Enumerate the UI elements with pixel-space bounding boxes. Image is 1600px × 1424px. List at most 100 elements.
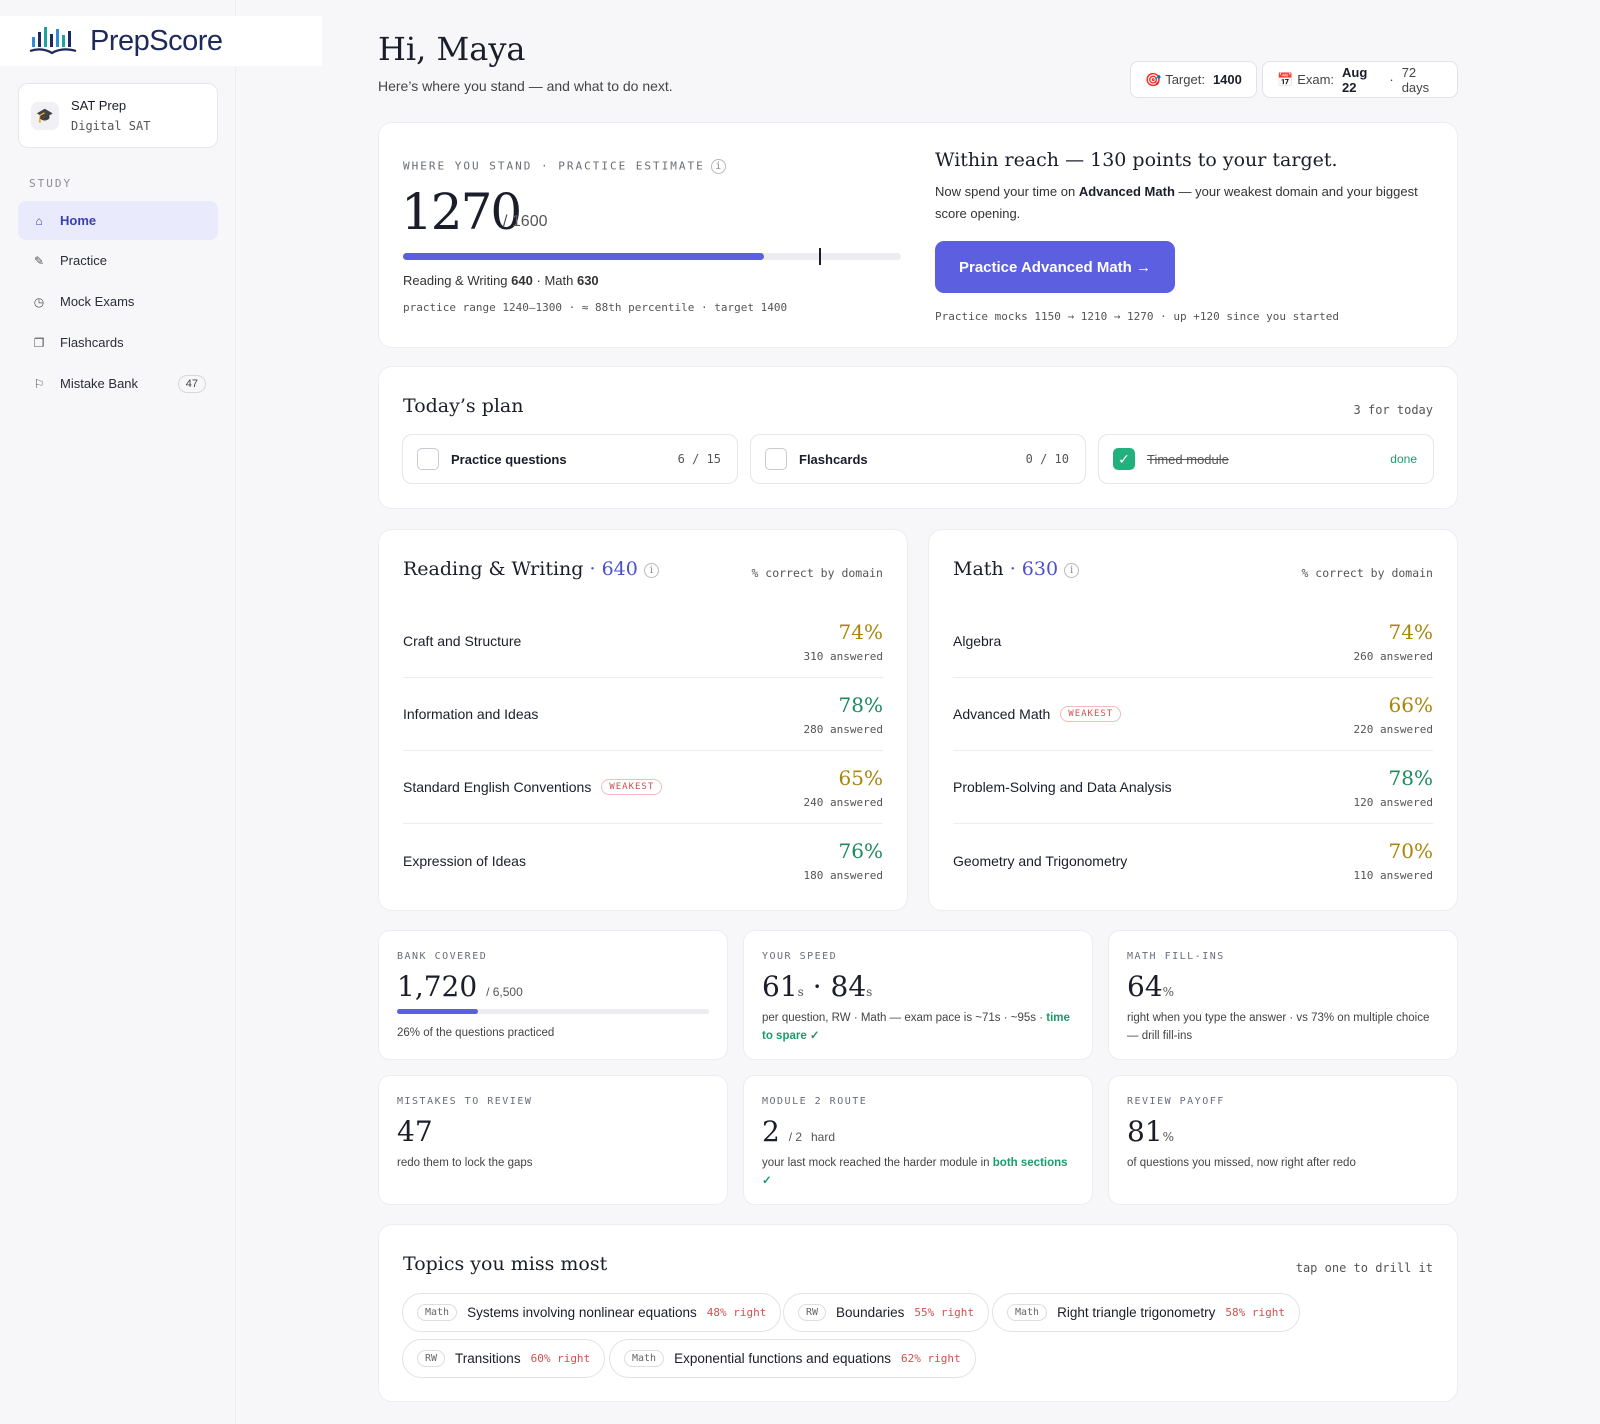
topic-chip[interactable]: Math Systems involving nonlinear equatio… [402,1293,782,1332]
domain-row[interactable]: Advanced Math WEAKEST 66% 220 answered [953,678,1433,751]
topic-rate: 62% right [901,1352,961,1365]
domain-percent: 74% [1388,619,1433,644]
domain-answered: 260 answered [1353,649,1433,663]
task-checkbox[interactable] [765,448,787,470]
domain-row[interactable]: Craft and Structure 74% 310 answered [403,605,883,678]
exam-date: Aug 22 [1342,64,1368,95]
math-fill-ins-tile: MATH FILL-INS 64% right when you type th… [1108,930,1458,1060]
domain-row[interactable]: Geometry and Trigonometry 70% 110 answer… [953,824,1433,897]
topic-tag: Math [417,1304,458,1321]
weakest-badge: WEAKEST [601,779,663,795]
score-progress-fill [403,253,765,260]
brand-logo[interactable]: PrepScore [0,16,322,66]
topic-name: Boundaries [836,1305,905,1320]
topic-chip[interactable]: Math Exponential functions and equations… [609,1339,976,1378]
cards-icon: ❐ [33,335,45,350]
math-title: Math · 630 i [953,558,1080,580]
review-payoff-tile: REVIEW PAYOFF 81% of questions you misse… [1108,1075,1458,1205]
plan-count: 3 for today [1353,403,1433,417]
task-label: Flashcards [799,451,868,467]
mistakes-tile[interactable]: MISTAKES TO REVIEW 47 redo them to lock … [378,1075,728,1205]
math-card: Math · 630 i % correct by domain Algebra … [928,529,1458,911]
task-progress: done [1390,452,1417,466]
plan-title: Today’s plan [403,395,524,417]
task-flashcards[interactable]: Flashcards 0 / 10 [750,434,1086,484]
domain-name: Geometry and Trigonometry [953,852,1128,869]
sidebar-item-home[interactable]: ⌂ Home [18,201,218,240]
sidebar-item-practice[interactable]: ✎ Practice [18,241,218,280]
tile-description: of questions you missed, now right after… [1127,1157,1356,1169]
domain-row[interactable]: Algebra 74% 260 answered [953,605,1433,678]
tile-value: 1,720 / 6,500 [397,970,523,1003]
topic-name: Exponential functions and equations [674,1351,892,1366]
tile-description: 26% of the questions practiced [397,1027,555,1039]
domain-row[interactable]: Expression of Ideas 76% 180 answered [403,824,883,897]
target-label: Target: [1165,72,1205,87]
check-icon[interactable]: ✓ [1113,448,1135,470]
tile-description: right when you type the answer · vs 73% … [1127,1012,1430,1042]
topics-hint: tap one to drill it [1295,1261,1433,1275]
domain-name: Advanced Math [953,706,1051,722]
graduation-cap-icon: 🎓 [31,101,59,130]
target-value: 1400 [1212,72,1242,87]
bank-progress-fill [397,1009,479,1014]
info-icon[interactable]: i [1064,562,1080,578]
sidebar-item-flashcards[interactable]: ❐ Flashcards [18,323,218,362]
target-marker [819,248,822,265]
pencil-icon: ✎ [33,253,45,268]
exam-label: Exam: [1297,72,1335,87]
domain-answered: 110 answered [1353,869,1433,882]
info-icon[interactable]: i [710,159,726,174]
domain-percent: 74% [838,619,883,644]
tile-description: redo them to lock the gaps [397,1157,533,1169]
course-title: SAT Prep [71,98,127,113]
module-route-tile: MODULE 2 ROUTE 2 / 2 hard your last mock… [743,1075,1093,1205]
domain-percent: 70% [1388,839,1433,863]
reach-title: Within reach — 130 points to your target… [935,149,1338,171]
domain-name: Standard English Conventions [403,779,592,795]
domain-answered: 240 answered [803,795,883,809]
task-checkbox[interactable] [417,448,439,470]
sidebar-item-mock-exams[interactable]: ◷ Mock Exams [18,282,218,321]
domain-name: Information and Ideas [403,706,539,722]
sidebar-item-label: Mock Exams [60,294,135,309]
info-icon[interactable]: i [643,562,659,578]
practice-advanced-math-button[interactable]: Practice Advanced Math → [935,241,1175,293]
tile-label: REVIEW PAYOFF [1127,1096,1225,1107]
score-progress-bar [403,248,901,265]
topic-rate: 55% right [914,1306,974,1319]
topic-chip[interactable]: RW Transitions 60% right [402,1339,606,1378]
tile-value: 81% [1127,1115,1175,1148]
target-pill[interactable]: 🎯 Target: 1400 [1130,61,1257,98]
domain-row[interactable]: Standard English Conventions WEAKEST 65% … [403,751,883,824]
target-icon: 🎯 [1145,71,1162,87]
task-progress: 0 / 10 [1025,452,1069,466]
speed-tile: YOUR SPEED 61s · 84s per question, RW · … [743,930,1093,1060]
exam-separator: · [1389,72,1394,87]
domain-row[interactable]: Problem-Solving and Data Analysis 78% 12… [953,751,1433,824]
task-label: Practice questions [451,451,567,467]
course-selector[interactable]: 🎓 SAT Prep Digital SAT [18,83,218,148]
sidebar-item-label: Flashcards [60,335,124,350]
exam-pill[interactable]: 📅 Exam: Aug 22 · 72 days [1262,61,1458,98]
topic-tag: Math [624,1350,665,1367]
topic-chip[interactable]: RW Boundaries 55% right [783,1293,989,1332]
task-timed-module[interactable]: ✓ Timed module done [1098,434,1434,484]
sidebar-item-label: Mistake Bank [60,376,139,391]
weakest-badge: WEAKEST [1060,706,1122,722]
domain-name: Problem-Solving and Data Analysis [953,779,1172,795]
domain-answered: 280 answered [803,722,883,736]
task-practice-questions[interactable]: Practice questions 6 / 15 [402,434,738,484]
course-subtitle: Digital SAT [71,119,151,133]
rw-title: Reading & Writing · 640 i [403,558,659,580]
score-max: / 1600 [503,213,548,230]
brand-name: PrepScore [90,24,223,57]
tile-label: MATH FILL-INS [1127,951,1225,962]
domain-answered: 180 answered [803,869,883,882]
domain-row[interactable]: Information and Ideas 78% 280 answered [403,678,883,751]
tile-label: MISTAKES TO REVIEW [397,1096,533,1107]
math-caption: % correct by domain [1301,566,1433,580]
topic-name: Systems involving nonlinear equations [467,1305,697,1320]
sidebar-item-mistake-bank[interactable]: ⚐ Mistake Bank 47 [18,364,218,403]
topic-chip[interactable]: Math Right triangle trigonometry 58% rig… [992,1293,1301,1332]
